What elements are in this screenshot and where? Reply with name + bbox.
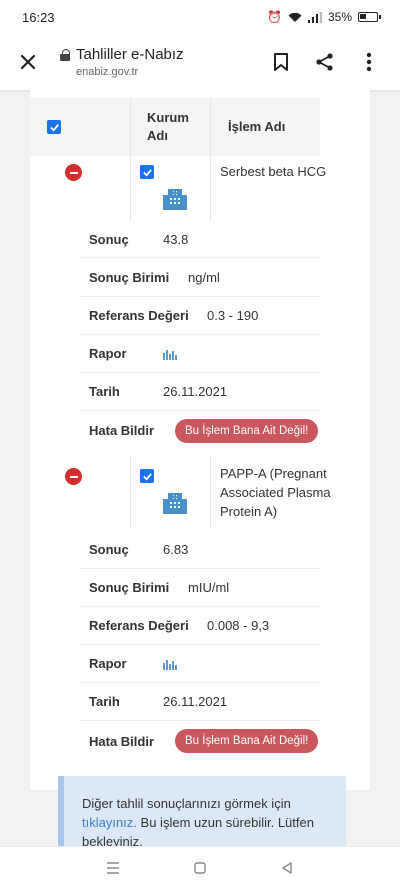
not-my-procedure-button[interactable]: Bu İşlem Bana Ait Değil! <box>175 419 319 443</box>
column-divider <box>130 98 131 220</box>
alarm-icon: ⏰ <box>267 10 282 24</box>
result-label: Sonuç <box>89 542 129 557</box>
row-checkbox[interactable] <box>140 165 154 179</box>
report-error-label: Hata Bildir <box>89 423 155 438</box>
close-icon <box>20 54 36 70</box>
header-institution: Kurum Adı <box>147 110 189 143</box>
square-icon <box>194 861 206 874</box>
check-icon <box>142 168 152 177</box>
menu-lines-icon <box>107 861 120 874</box>
page-url: enabiz.gov.tr <box>76 66 139 78</box>
reference-label: Referans Değeri <box>89 308 189 323</box>
minus-icon <box>65 468 82 485</box>
unit-value: mIU/ml <box>188 580 230 595</box>
info-text: Diğer tahlil sonuçlarınızı görmek için <box>82 796 291 811</box>
procedure-name: PAPP-A (Pregnant Associated Plasma Prote… <box>220 466 331 519</box>
result-value: 6.83 <box>163 542 189 557</box>
page-content: Kurum Adı İşlem Adı Serbest beta HCG Son… <box>0 90 400 846</box>
divider <box>80 568 320 569</box>
system-nav-bar <box>0 846 400 888</box>
signal-icon <box>307 11 322 23</box>
other-results-link[interactable]: tıklayınız. <box>82 815 137 830</box>
battery-percent: 35% <box>327 10 352 24</box>
lock-icon <box>60 48 70 61</box>
hospital-building-icon <box>163 493 187 514</box>
wifi-icon <box>288 12 302 22</box>
home-button[interactable] <box>185 853 215 883</box>
back-triangle-icon <box>281 861 292 874</box>
header-procedure: İşlem Adı <box>228 119 286 135</box>
result-label: Sonuç <box>89 232 129 247</box>
check-icon <box>49 123 59 132</box>
browser-header: Tahliller e-Nabız enabiz.gov.tr <box>0 34 400 90</box>
select-all-checkbox[interactable] <box>47 120 61 134</box>
divider <box>80 334 320 335</box>
report-chart-icon[interactable] <box>163 348 177 360</box>
divider <box>80 682 320 683</box>
divider <box>80 606 320 607</box>
report-error-label: Hata Bildir <box>89 734 155 749</box>
more-vertical-icon <box>366 52 372 72</box>
check-icon <box>142 472 152 481</box>
result-value: 43.8 <box>163 232 189 247</box>
battery-icon <box>358 12 381 22</box>
status-bar: 16:23 ⏰ 35% <box>0 0 400 34</box>
divider <box>80 410 320 411</box>
info-box: Diğer tahlil sonuçlarınızı görmek için t… <box>58 776 346 846</box>
reference-value: 0.3 - 190 <box>207 308 259 323</box>
select-all-cell <box>47 98 61 156</box>
back-button[interactable] <box>272 853 302 883</box>
share-button[interactable] <box>308 45 342 79</box>
unit-label: Sonuç Birimi <box>89 270 170 285</box>
column-divider <box>210 98 211 220</box>
more-options-button[interactable] <box>352 45 386 79</box>
minus-icon <box>65 164 82 181</box>
recent-apps-button[interactable] <box>98 853 128 883</box>
close-button[interactable] <box>14 48 42 76</box>
share-icon <box>316 53 333 71</box>
date-label: Tarih <box>89 384 120 399</box>
status-icons: ⏰ 35% <box>267 10 381 24</box>
report-label: Rapor <box>89 346 127 361</box>
row-checkbox[interactable] <box>140 469 154 483</box>
unit-label: Sonuç Birimi <box>89 580 170 595</box>
column-divider <box>210 456 211 528</box>
bookmark-button[interactable] <box>264 45 298 79</box>
unit-value: ng/ml <box>188 270 220 285</box>
reference-label: Referans Değeri <box>89 618 189 633</box>
date-value: 26.11.2021 <box>163 384 228 399</box>
divider <box>80 372 320 373</box>
reference-value: 0.008 - 9,3 <box>207 618 270 633</box>
column-divider <box>130 456 131 528</box>
divider <box>80 644 320 645</box>
divider <box>80 296 320 297</box>
remove-row-button[interactable] <box>65 468 82 485</box>
date-label: Tarih <box>89 694 120 709</box>
bookmark-icon <box>274 53 288 71</box>
not-my-procedure-button[interactable]: Bu İşlem Bana Ait Değil! <box>175 729 319 753</box>
procedure-name: Serbest beta HCG <box>220 164 327 179</box>
date-value: 26.11.2021 <box>163 694 228 709</box>
report-chart-icon[interactable] <box>163 658 177 670</box>
report-label: Rapor <box>89 656 127 671</box>
title-block: Tahliller e-Nabız enabiz.gov.tr <box>60 46 254 78</box>
page-title: Tahliller e-Nabız <box>76 46 184 63</box>
divider <box>80 720 320 721</box>
status-time: 16:23 <box>22 9 55 25</box>
remove-row-button[interactable] <box>65 164 82 181</box>
divider <box>80 257 320 258</box>
hospital-building-icon <box>163 189 187 210</box>
